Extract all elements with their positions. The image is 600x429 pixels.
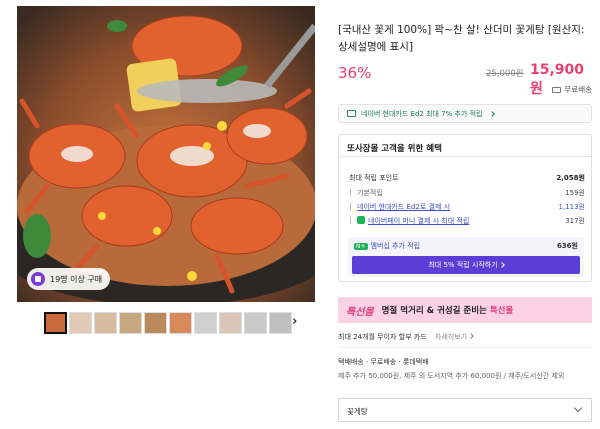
promo-text-main: 명절 먹거리 & 귀성길 준비는 bbox=[381, 306, 490, 316]
shipping-summary: 무료배송 bbox=[552, 84, 592, 95]
original-price: 25,000원 bbox=[486, 69, 524, 79]
option-select-value: 꽃게탕 bbox=[347, 407, 368, 416]
promo-text: 명절 먹거리 & 귀성길 준비는 특선몰 bbox=[382, 304, 514, 316]
card-points-link[interactable]: 네이버 현대카드 Ed2로 결제 시 bbox=[349, 202, 450, 212]
card-points-row[interactable]: 네이버 현대카드 Ed2로 결제 시 1,113원 bbox=[349, 202, 585, 212]
membership-value: 636원 bbox=[556, 242, 578, 250]
thumbnail-7[interactable] bbox=[194, 312, 217, 334]
bag-icon bbox=[31, 272, 45, 286]
shipping-summary-text: 무료배송 bbox=[564, 85, 592, 94]
credit-card-icon bbox=[347, 110, 356, 117]
truck-icon bbox=[552, 86, 562, 93]
shipping-method: 택배배송 · 무료배송 · 롯데택배 bbox=[338, 358, 429, 366]
benefit-box: 또사장몰 고객을 위한 혜택 최대 적립 포인트 2,058원 기본적립 159… bbox=[338, 134, 592, 282]
thumbnail-9[interactable] bbox=[244, 312, 267, 334]
divider bbox=[338, 347, 592, 348]
purchase-count-text: 19명 이상 구매 bbox=[50, 274, 103, 284]
membership-start-button[interactable]: 최대 5% 적립 시작하기 bbox=[352, 256, 580, 274]
chevron-right-icon bbox=[488, 110, 495, 117]
installment-more-label: 자세히보기 bbox=[434, 333, 468, 341]
thumbnail-8[interactable] bbox=[219, 312, 242, 334]
installment-more-link[interactable]: 자세히보기 bbox=[434, 333, 474, 341]
promo-text-highlight: 특선몰 bbox=[489, 306, 514, 316]
npay-points-row[interactable]: 네이버페이 머니 결제 시 최대 적립 317원 bbox=[349, 216, 585, 226]
membership-box: N+ 멤버십 추가 적립 636원 최대 5% 적립 시작하기 bbox=[348, 237, 584, 277]
product-title: [국내산 꽃게 100%] 꽉~찬 살! 산더미 꽃게탕 [원산지: 상세설명에… bbox=[338, 24, 585, 53]
naverpay-icon bbox=[357, 216, 365, 224]
thumbnail-10[interactable] bbox=[269, 312, 292, 334]
card-benefit-text: 네이버 현대카드 Ed2 최대 7% 추가 적립 bbox=[361, 109, 483, 118]
card-benefit-banner[interactable]: 네이버 현대카드 Ed2 최대 7% 추가 적립 bbox=[338, 104, 592, 123]
basic-points-row: 기본적립 159원 bbox=[349, 188, 585, 198]
membership-label: 멤버십 추가 적립 bbox=[370, 242, 421, 250]
thumbnail-4[interactable] bbox=[119, 312, 142, 334]
promo-banner[interactable]: 특선몰 명절 먹거리 & 귀성길 준비는 특선몰 bbox=[338, 297, 592, 323]
benefit-heading: 또사장몰 고객을 위한 혜택 bbox=[339, 135, 591, 157]
installment-info: 최대 24개월 무이자 할부 카드 자세히보기 bbox=[338, 332, 474, 342]
chevron-right-icon[interactable]: › bbox=[292, 314, 297, 329]
thumbnail-5[interactable] bbox=[144, 312, 167, 334]
promo-logo: 특선몰 bbox=[346, 306, 374, 318]
npay-points-label: 네이버페이 머니 결제 시 최대 적립 bbox=[368, 217, 470, 225]
npay-points-value: 317원 bbox=[565, 217, 585, 225]
max-points-row: 최대 적립 포인트 2,058원 bbox=[349, 173, 585, 183]
crab-stew-photo bbox=[17, 6, 315, 302]
thumbnail-1[interactable] bbox=[44, 312, 67, 334]
purchase-count-badge: 19명 이상 구매 bbox=[27, 268, 111, 290]
nplus-icon: N+ bbox=[354, 243, 368, 250]
membership-row: N+ 멤버십 추가 적립 636원 bbox=[354, 241, 578, 251]
membership-button-label: 최대 5% 적립 시작하기 bbox=[428, 261, 498, 269]
chevron-down-icon bbox=[573, 403, 583, 413]
card-points-value: 1,113원 bbox=[558, 203, 585, 211]
npay-points-link[interactable]: 네이버페이 머니 결제 시 최대 적립 bbox=[349, 216, 469, 226]
thumbnail-strip bbox=[44, 312, 292, 334]
thumbnail-2[interactable] bbox=[69, 312, 92, 334]
option-select[interactable]: 꽃게탕 bbox=[338, 398, 592, 422]
max-points-value: 2,058원 bbox=[556, 174, 585, 182]
thumbnail-3[interactable] bbox=[94, 312, 117, 334]
installment-label: 최대 24개월 무이자 할부 카드 bbox=[338, 333, 427, 341]
basic-points-label: 기본적립 bbox=[349, 188, 383, 198]
chevron-right-icon bbox=[468, 333, 474, 339]
max-points-label: 최대 적립 포인트 bbox=[349, 174, 399, 182]
shipping-extra-fee: 제주 추가 50,000원, 제주 외 도서지역 추가 60,000원 / 제주… bbox=[338, 372, 565, 380]
chevron-right-icon bbox=[498, 262, 505, 268]
discount-rate: 36% bbox=[338, 64, 372, 82]
product-main-image[interactable]: 19명 이상 구매 bbox=[17, 6, 315, 302]
basic-points-value: 159원 bbox=[565, 189, 585, 197]
thumbnail-6[interactable] bbox=[169, 312, 192, 334]
